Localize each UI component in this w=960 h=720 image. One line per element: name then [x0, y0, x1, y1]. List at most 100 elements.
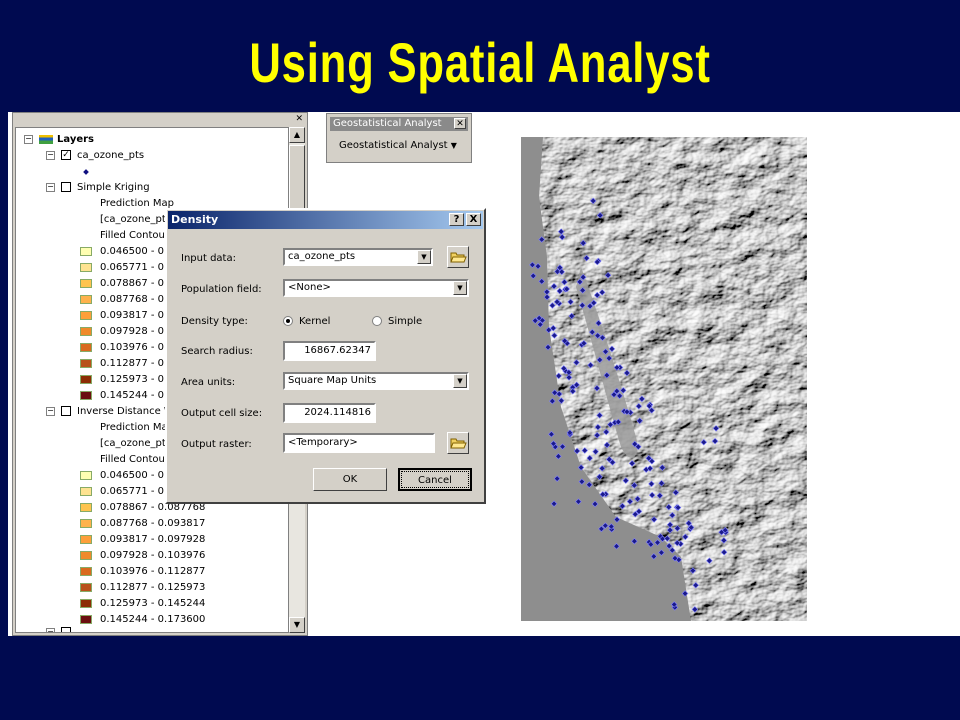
layer-visibility-checkbox[interactable]: [61, 406, 71, 416]
area-units-label: Area units:: [181, 377, 236, 388]
dialog-title: Density: [171, 213, 219, 226]
point-symbol: [83, 164, 89, 179]
layer-simple-kriging[interactable]: − Simple Kriging: [46, 180, 150, 195]
input-data-label: Input data:: [181, 253, 236, 264]
class-color-swatch[interactable]: [80, 471, 92, 480]
layer-ca-ozone-pts[interactable]: − ✓ ca_ozone_pts: [46, 148, 144, 163]
close-icon[interactable]: ✕: [454, 118, 466, 129]
browse-input-button[interactable]: [447, 246, 469, 268]
output-cell-size-input[interactable]: 2024.114816: [283, 403, 376, 423]
class-color-swatch[interactable]: [80, 359, 92, 368]
layer-partial[interactable]: −: [46, 625, 77, 632]
area-units-select[interactable]: Square Map Units ▼: [283, 372, 469, 390]
class-label: 0.078867 - 0.0: [100, 278, 174, 289]
kernel-radio[interactable]: [283, 316, 293, 326]
class-color-swatch[interactable]: [80, 343, 92, 352]
hillshade-map[interactable]: [521, 137, 807, 621]
collapse-icon[interactable]: −: [24, 134, 33, 144]
dropdown-arrow-icon: ▼: [450, 141, 457, 150]
class-label: 0.125973 - 0.1: [100, 374, 174, 385]
simple-label: Simple: [388, 316, 423, 327]
class-label: 0.097928 - 0.103976: [100, 550, 206, 561]
browse-output-button[interactable]: [447, 432, 469, 454]
class-label: 0.046500 - 0.0: [100, 246, 174, 257]
layer-visibility-checkbox[interactable]: ✓: [61, 150, 71, 160]
class-color-swatch[interactable]: [80, 279, 92, 288]
toolbar-titlebar[interactable]: Geostatistical Analyst ✕: [330, 117, 468, 131]
class-color-swatch[interactable]: [80, 535, 92, 544]
geostatistical-toolbar: Geostatistical Analyst ✕ Geostatistical …: [326, 113, 472, 163]
collapse-icon[interactable]: −: [46, 406, 55, 416]
class-color-swatch[interactable]: [80, 391, 92, 400]
class-label: 0.093817 - 0.097928: [100, 534, 206, 545]
layer-name: ca_ozone_pts: [77, 150, 145, 161]
class-label: 0.125973 - 0.145244: [100, 598, 206, 609]
cancel-button[interactable]: Cancel: [398, 468, 472, 491]
class-label: 0.112877 - 0.1: [100, 358, 174, 369]
panel-titlebar: ✕: [13, 113, 307, 125]
dialog-titlebar[interactable]: Density ? X: [168, 211, 483, 229]
class-color-swatch[interactable]: [80, 615, 92, 624]
input-data-value: ca_ozone_pts: [288, 251, 356, 262]
input-data-select[interactable]: ca_ozone_pts ▼: [283, 248, 433, 266]
class-label: 0.112877 - 0.125973: [100, 582, 206, 593]
sublabel: [ca_ozone_pt: [100, 214, 166, 225]
scroll-down-arrow-icon[interactable]: ▼: [289, 617, 305, 633]
class-label: 0.046500 - 0.0: [100, 470, 174, 481]
layers-root[interactable]: − Layers: [24, 132, 94, 147]
class-color-swatch[interactable]: [80, 487, 92, 496]
sublabel: Filled Contours: [100, 230, 175, 241]
class-color-swatch[interactable]: [80, 567, 92, 576]
class-color-swatch[interactable]: [80, 519, 92, 528]
search-radius-label: Search radius:: [181, 346, 253, 357]
class-color-swatch[interactable]: [80, 503, 92, 512]
class-color-swatch[interactable]: [80, 327, 92, 336]
layer-visibility-checkbox[interactable]: [61, 182, 71, 192]
collapse-icon[interactable]: −: [46, 182, 55, 192]
density-dialog: Density ? X Input data: ca_ozone_pts ▼ P…: [165, 208, 486, 504]
class-color-swatch[interactable]: [80, 551, 92, 560]
menu-label: Geostatistical Analyst: [339, 140, 448, 151]
class-label: 0.103976 - 0.112877: [100, 566, 206, 577]
sublabel: Prediction Ma: [100, 422, 168, 433]
help-button[interactable]: ?: [449, 213, 464, 226]
class-color-swatch[interactable]: [80, 311, 92, 320]
close-icon[interactable]: ✕: [295, 114, 303, 124]
class-color-swatch[interactable]: [80, 295, 92, 304]
slide-title: Using Spatial Analyst: [249, 31, 711, 94]
open-folder-icon: [450, 252, 467, 263]
layer-name: Inverse Distance W: [77, 406, 174, 417]
sublabel: Prediction Map: [100, 198, 174, 209]
chevron-down-icon[interactable]: ▼: [453, 374, 467, 388]
simple-radio[interactable]: [372, 316, 382, 326]
layer-inverse-distance[interactable]: − Inverse Distance W: [46, 404, 174, 419]
sublabel: Filled Contours: [100, 454, 175, 465]
class-label: 0.145244 - 0.1: [100, 390, 174, 401]
scroll-up-arrow-icon[interactable]: ▲: [289, 127, 305, 143]
collapse-icon[interactable]: −: [46, 627, 55, 632]
class-label: 0.145244 - 0.173600: [100, 614, 206, 625]
collapse-icon[interactable]: −: [46, 150, 55, 160]
class-color-swatch[interactable]: [80, 247, 92, 256]
class-label: 0.093817 - 0.0: [100, 310, 174, 321]
search-radius-input[interactable]: 16867.62347: [283, 341, 376, 361]
class-label: 0.097928 - 0.1: [100, 326, 174, 337]
ok-button[interactable]: OK: [313, 468, 387, 491]
class-color-swatch[interactable]: [80, 375, 92, 384]
layer-visibility-checkbox[interactable]: [61, 627, 71, 632]
chevron-down-icon[interactable]: ▼: [453, 281, 467, 295]
population-field-select[interactable]: <None> ▼: [283, 279, 469, 297]
class-label: 0.065771 - 0.0: [100, 486, 174, 497]
geostatistical-menu[interactable]: Geostatistical Analyst ▼: [339, 140, 457, 151]
kernel-label: Kernel: [299, 316, 331, 327]
output-raster-input[interactable]: <Temporary>: [283, 433, 435, 453]
population-field-label: Population field:: [181, 284, 262, 295]
population-field-value: <None>: [288, 282, 331, 293]
chevron-down-icon[interactable]: ▼: [417, 250, 431, 264]
class-color-swatch[interactable]: [80, 599, 92, 608]
layers-label: Layers: [57, 134, 94, 145]
class-label: 0.065771 - 0.0: [100, 262, 174, 273]
class-color-swatch[interactable]: [80, 263, 92, 272]
class-color-swatch[interactable]: [80, 583, 92, 592]
close-button[interactable]: X: [466, 213, 481, 226]
